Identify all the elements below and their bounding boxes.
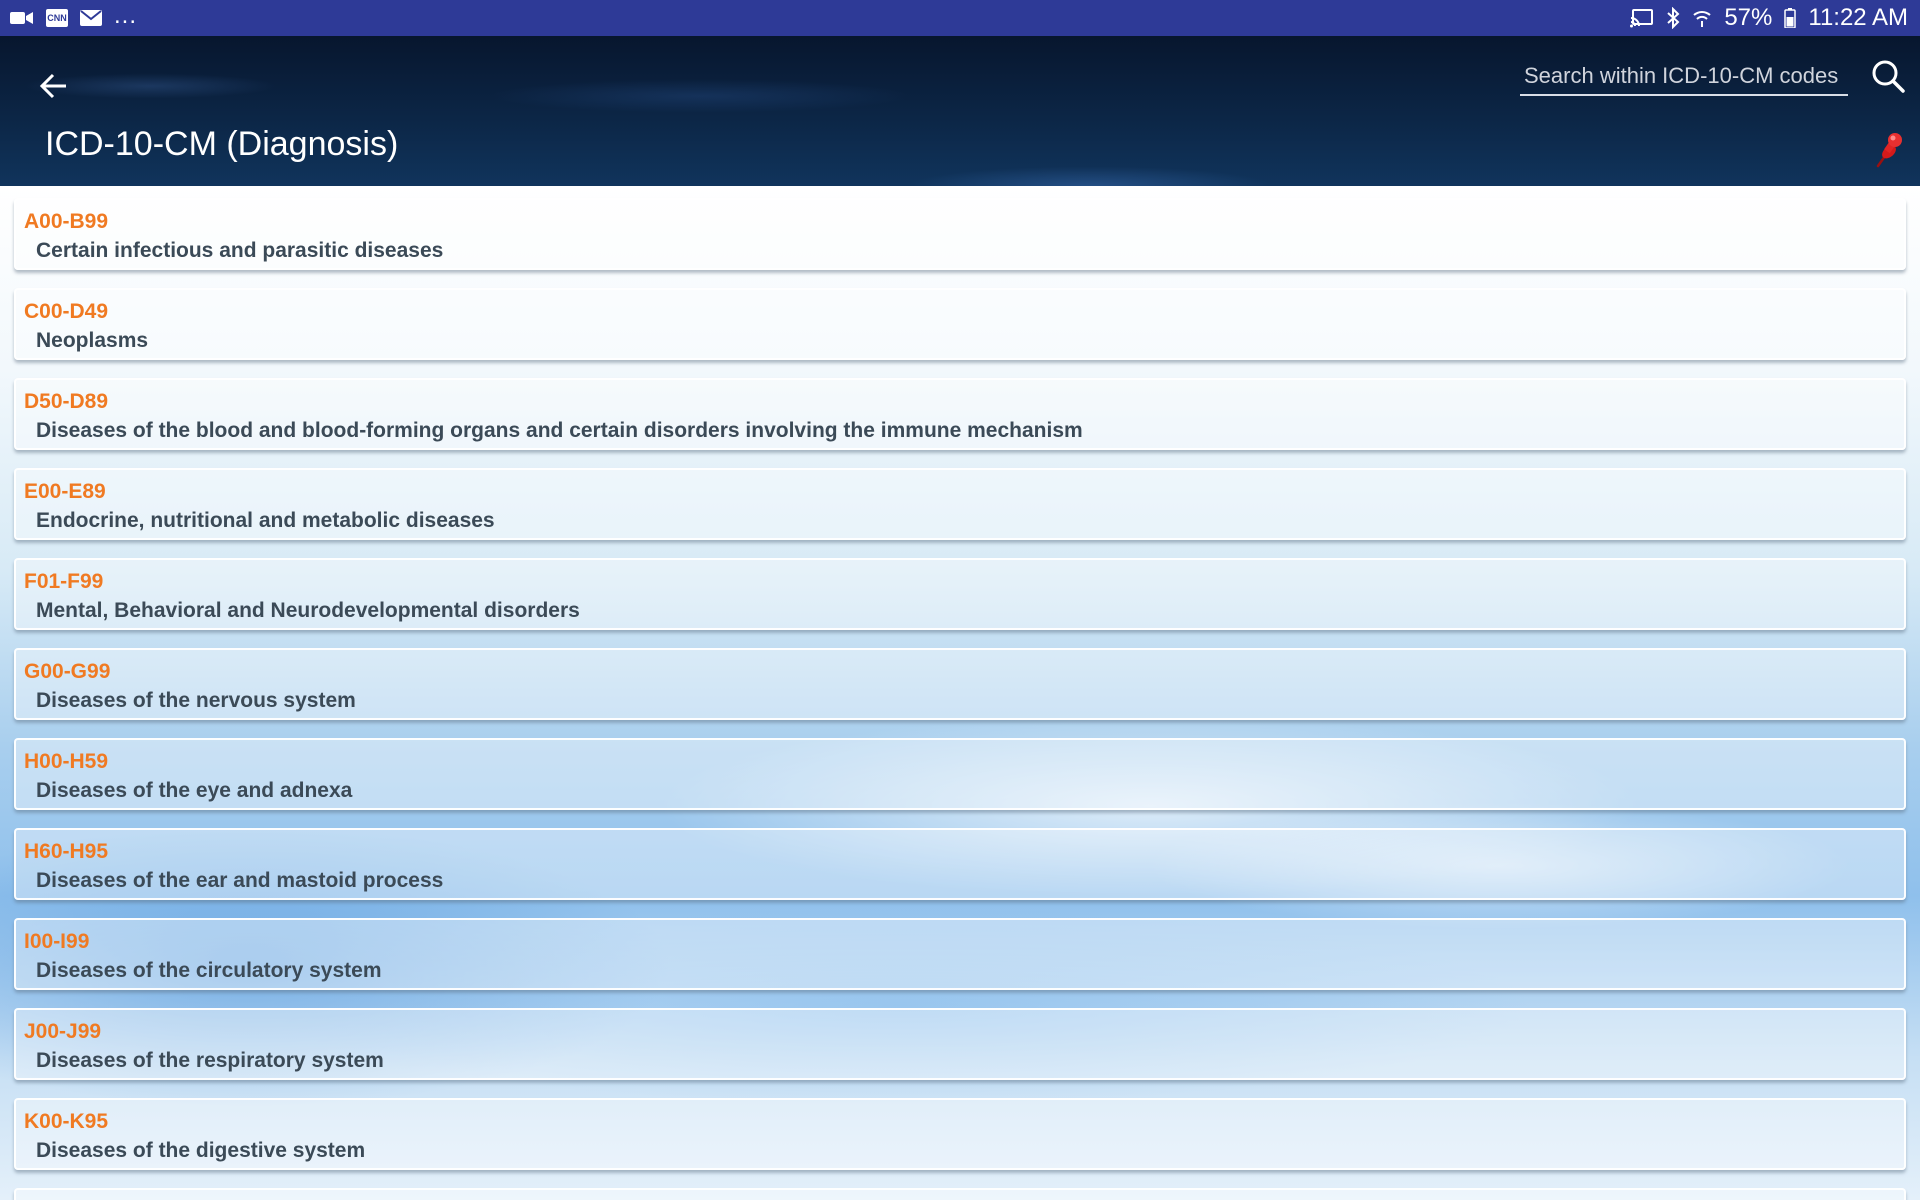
item-description: Mental, Behavioral and Neurodevelopmenta… bbox=[36, 599, 580, 622]
item-code: E00-E89 bbox=[24, 480, 106, 503]
item-description: Diseases of the digestive system bbox=[36, 1139, 366, 1162]
list-item[interactable]: F01-F99 Mental, Behavioral and Neurodeve… bbox=[14, 558, 1906, 630]
arrow-left-icon bbox=[39, 73, 66, 99]
cnn-icon: CNN bbox=[46, 9, 68, 27]
list-item[interactable]: J00-J99 Diseases of the respiratory syst… bbox=[14, 1008, 1906, 1080]
page-title: ICD-10-CM (Diagnosis) bbox=[45, 125, 399, 163]
item-description: Endocrine, nutritional and metabolic dis… bbox=[36, 509, 495, 532]
item-description: Diseases of the blood and blood-forming … bbox=[36, 419, 1083, 442]
status-time: 11:22 AM bbox=[1808, 4, 1908, 31]
more-notifications: ... bbox=[114, 2, 138, 29]
status-bar: CNN ... 57% 11:22 AM bbox=[0, 0, 1920, 36]
item-code: A00-B99 bbox=[24, 210, 109, 233]
list-item[interactable]: E00-E89 Endocrine, nutritional and metab… bbox=[14, 468, 1906, 540]
item-description: Diseases of the nervous system bbox=[36, 689, 356, 712]
video-icon bbox=[10, 10, 34, 26]
item-description: Diseases of the eye and adnexa bbox=[36, 779, 353, 802]
list-item[interactable]: A00-B99 Certain infectious and parasitic… bbox=[14, 198, 1906, 270]
chapter-list: A00-B99 Certain infectious and parasitic… bbox=[0, 186, 1920, 1200]
item-code: H60-H95 bbox=[24, 840, 109, 863]
wifi-icon bbox=[1692, 8, 1712, 28]
battery-percentage: 57% bbox=[1724, 4, 1773, 31]
list-item[interactable]: G00-G99 Diseases of the nervous system bbox=[14, 648, 1906, 720]
item-description: Diseases of the ear and mastoid process bbox=[36, 869, 444, 892]
back-button[interactable] bbox=[34, 66, 74, 106]
search-input[interactable] bbox=[1520, 58, 1848, 94]
pin-button[interactable] bbox=[1870, 130, 1906, 170]
battery-icon bbox=[1784, 8, 1797, 28]
item-code: C00-D49 bbox=[24, 300, 109, 323]
item-description: Diseases of the circulatory system bbox=[36, 959, 382, 982]
status-bar-right: 57% 11:22 AM bbox=[1630, 6, 1908, 30]
item-code: H00-H59 bbox=[24, 750, 109, 773]
mail-icon bbox=[80, 10, 102, 26]
list-item[interactable]: H60-H95 Diseases of the ear and mastoid … bbox=[14, 828, 1906, 900]
pushpin-icon bbox=[1876, 133, 1902, 168]
list-item[interactable]: I00-I99 Diseases of the circulatory syst… bbox=[14, 918, 1906, 990]
app-header: ICD-10-CM (Diagnosis) bbox=[0, 36, 1920, 186]
item-description: Neoplasms bbox=[36, 329, 149, 352]
list-item-partial[interactable] bbox=[14, 1188, 1906, 1200]
list-item[interactable]: H00-H59 Diseases of the eye and adnexa bbox=[14, 738, 1906, 810]
item-description: Diseases of the respiratory system bbox=[36, 1049, 384, 1072]
status-bar-left: CNN ... bbox=[10, 2, 137, 30]
list-item[interactable]: K00-K95 Diseases of the digestive system bbox=[14, 1098, 1906, 1170]
search-field[interactable] bbox=[1520, 58, 1848, 96]
list-item[interactable]: D50-D89 Diseases of the blood and blood-… bbox=[14, 378, 1906, 450]
item-code: K00-K95 bbox=[24, 1110, 109, 1133]
item-code: I00-I99 bbox=[24, 930, 90, 953]
item-description: Certain infectious and parasitic disease… bbox=[36, 239, 444, 262]
bluetooth-icon bbox=[1666, 7, 1680, 29]
search-icon bbox=[1872, 60, 1905, 93]
cast-icon bbox=[1630, 8, 1654, 28]
item-code: G00-G99 bbox=[24, 660, 111, 683]
search-button[interactable] bbox=[1868, 56, 1908, 96]
item-code: D50-D89 bbox=[24, 390, 109, 413]
list-item[interactable]: C00-D49 Neoplasms bbox=[14, 288, 1906, 360]
item-code: J00-J99 bbox=[24, 1020, 102, 1043]
item-code: F01-F99 bbox=[24, 570, 104, 593]
